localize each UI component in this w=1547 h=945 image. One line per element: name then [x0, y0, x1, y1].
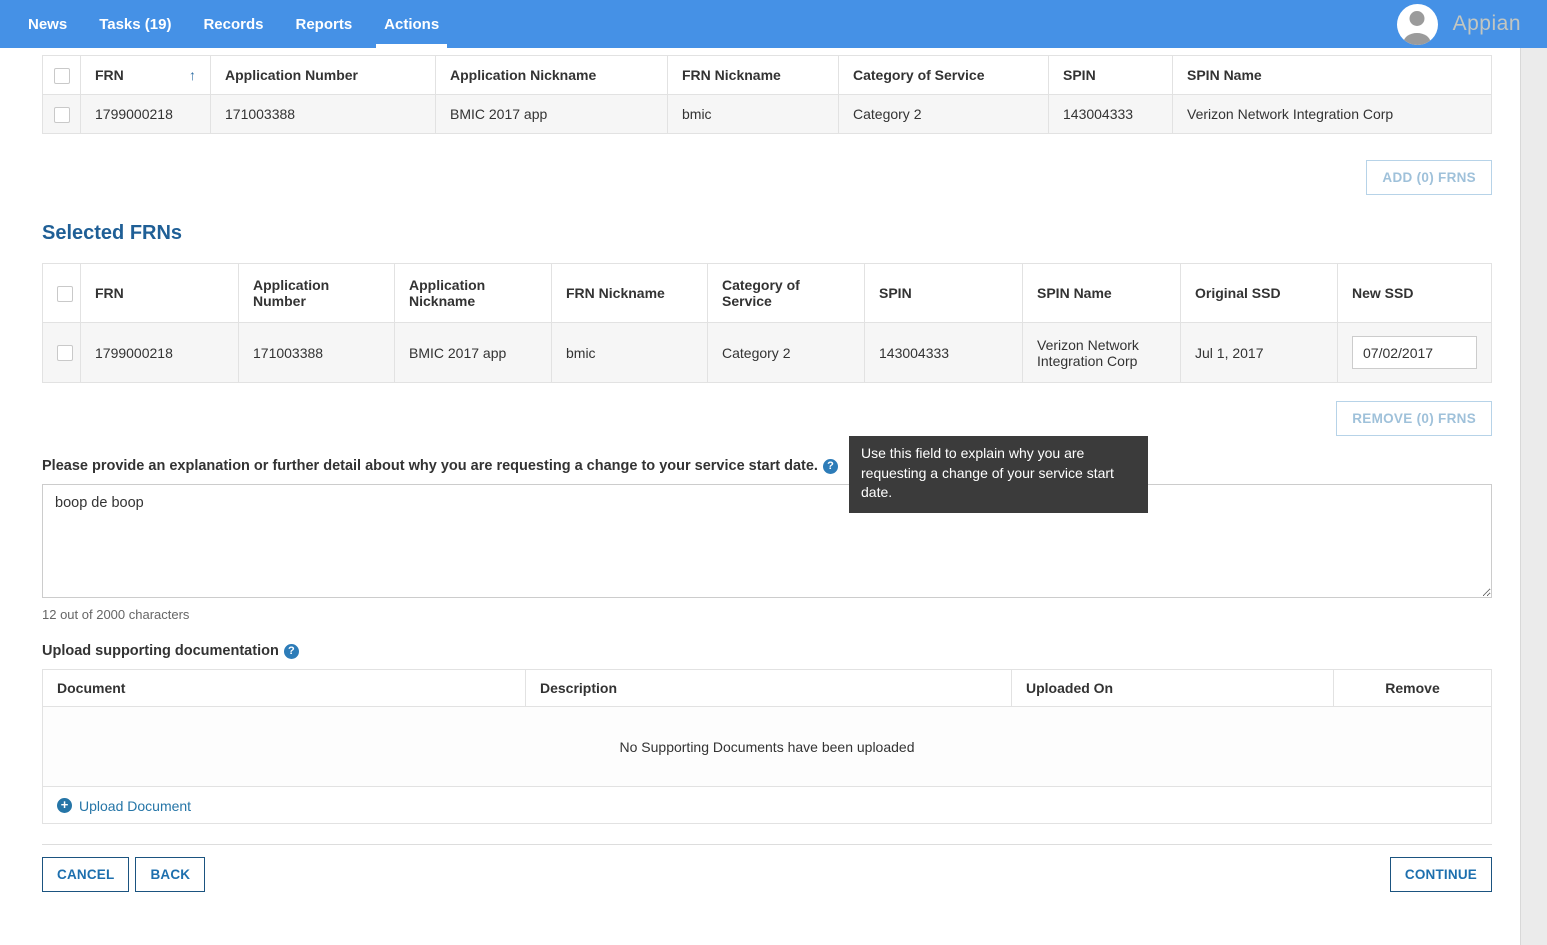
nav-tab-tasks[interactable]: Tasks (19) — [83, 0, 187, 48]
avatar-torso-shape — [1404, 33, 1431, 45]
remove-frns-button[interactable]: REMOVE (0) FRNS — [1336, 401, 1492, 436]
col-header-frn-nickname[interactable]: FRN Nickname — [668, 56, 839, 95]
avatar-head-shape — [1410, 11, 1425, 26]
available-frns-table: FRN ↑ Application Number Application Nic… — [42, 55, 1492, 134]
select-all-checkbox[interactable] — [57, 286, 73, 302]
table-header-row: FRN ↑ Application Number Application Nic… — [43, 56, 1492, 95]
nav-tab-records[interactable]: Records — [187, 0, 279, 48]
cell-spin: 143004333 — [1049, 95, 1173, 134]
table-row: 1799000218 171003388 BMIC 2017 app bmic … — [43, 95, 1492, 134]
table-header-row: FRN Application Number Application Nickn… — [43, 264, 1492, 323]
explanation-label-text: Please provide an explanation or further… — [42, 458, 818, 474]
empty-documents-message: No Supporting Documents have been upload… — [43, 707, 1492, 787]
cell-application-nickname: BMIC 2017 app — [395, 323, 552, 383]
cell-application-number: 171003388 — [239, 323, 395, 383]
help-icon[interactable]: ? — [284, 644, 299, 659]
documents-table: Document Description Uploaded On Remove … — [42, 669, 1492, 824]
row-checkbox[interactable] — [54, 107, 70, 123]
upload-document-link[interactable]: + Upload Document — [57, 798, 191, 814]
appian-logo: Appian — [1453, 12, 1521, 36]
cancel-button[interactable]: CANCEL — [42, 857, 129, 892]
help-icon[interactable]: ? — [823, 459, 838, 474]
nav-tab-news[interactable]: News — [12, 0, 83, 48]
scrollbar-track[interactable] — [1520, 48, 1547, 945]
col-header-application-nickname[interactable]: Application Nickname — [395, 264, 552, 323]
col-header-frn[interactable]: FRN ↑ — [81, 56, 211, 95]
upload-document-link-label: Upload Document — [79, 798, 191, 814]
help-tooltip: Use this field to explain why you are re… — [849, 436, 1148, 513]
cell-spin-name: Verizon Network Integration Corp — [1173, 95, 1492, 134]
table-row: 1799000218 171003388 BMIC 2017 app bmic … — [43, 323, 1492, 383]
col-header-label: FRN — [95, 67, 124, 83]
col-header-frn[interactable]: FRN — [81, 264, 239, 323]
col-header-application-number[interactable]: Application Number — [211, 56, 436, 95]
explanation-field-label: Please provide an explanation or further… — [42, 458, 1492, 474]
col-header-description: Description — [526, 670, 1012, 707]
col-header-spin[interactable]: SPIN — [1049, 56, 1173, 95]
continue-button[interactable]: CONTINUE — [1390, 857, 1492, 892]
upload-document-row: + Upload Document — [43, 787, 1492, 824]
col-header-spin[interactable]: SPIN — [865, 264, 1023, 323]
cell-category-of-service: Category 2 — [708, 323, 865, 383]
col-header-document: Document — [43, 670, 526, 707]
nav-tab-actions[interactable]: Actions — [368, 0, 455, 48]
cell-frn: 1799000218 — [81, 95, 211, 134]
table-header-row: Document Description Uploaded On Remove — [43, 670, 1492, 707]
user-avatar-icon[interactable] — [1397, 4, 1438, 45]
cell-application-nickname: BMIC 2017 app — [436, 95, 668, 134]
cell-spin-name: Verizon Network Integration Corp — [1023, 323, 1181, 383]
select-all-checkbox[interactable] — [54, 68, 70, 84]
nav-tab-reports[interactable]: Reports — [279, 0, 368, 48]
selected-frns-heading: Selected FRNs — [42, 222, 1492, 245]
explanation-textarea[interactable]: boop de boop — [42, 484, 1492, 598]
col-header-category-of-service[interactable]: Category of Service — [839, 56, 1049, 95]
add-frns-button[interactable]: ADD (0) FRNS — [1366, 160, 1492, 195]
col-header-original-ssd[interactable]: Original SSD — [1181, 264, 1338, 323]
character-count: 12 out of 2000 characters — [42, 607, 1492, 622]
row-checkbox[interactable] — [57, 345, 73, 361]
nav-right-section: Appian — [1397, 0, 1547, 48]
col-header-application-nickname[interactable]: Application Nickname — [436, 56, 668, 95]
top-navigation-bar: News Tasks (19) Records Reports Actions … — [0, 0, 1547, 48]
col-header-remove: Remove — [1334, 670, 1492, 707]
cell-frn: 1799000218 — [81, 323, 239, 383]
cell-frn-nickname: bmic — [552, 323, 708, 383]
upload-documentation-label: Upload supporting documentation? — [42, 643, 1492, 659]
col-header-category-of-service[interactable]: Category of Service — [708, 264, 865, 323]
cell-application-number: 171003388 — [211, 95, 436, 134]
cell-spin: 143004333 — [865, 323, 1023, 383]
col-header-spin-name[interactable]: SPIN Name — [1173, 56, 1492, 95]
back-button[interactable]: BACK — [135, 857, 205, 892]
col-header-spin-name[interactable]: SPIN Name — [1023, 264, 1181, 323]
footer-action-bar: CANCEL BACK CONTINUE — [42, 845, 1492, 904]
plus-circle-icon: + — [57, 798, 72, 813]
empty-documents-row: No Supporting Documents have been upload… — [43, 707, 1492, 787]
col-header-uploaded-on: Uploaded On — [1012, 670, 1334, 707]
cell-frn-nickname: bmic — [668, 95, 839, 134]
main-content: FRN ↑ Application Number Application Nic… — [42, 55, 1492, 904]
col-header-new-ssd[interactable]: New SSD — [1338, 264, 1492, 323]
cell-original-ssd: Jul 1, 2017 — [1181, 323, 1338, 383]
new-ssd-date-input[interactable] — [1352, 336, 1477, 369]
col-header-application-number[interactable]: Application Number — [239, 264, 395, 323]
upload-label-text: Upload supporting documentation — [42, 643, 279, 659]
cell-category-of-service: Category 2 — [839, 95, 1049, 134]
col-header-frn-nickname[interactable]: FRN Nickname — [552, 264, 708, 323]
selected-frns-table: FRN Application Number Application Nickn… — [42, 263, 1492, 383]
sort-ascending-icon[interactable]: ↑ — [189, 67, 196, 83]
